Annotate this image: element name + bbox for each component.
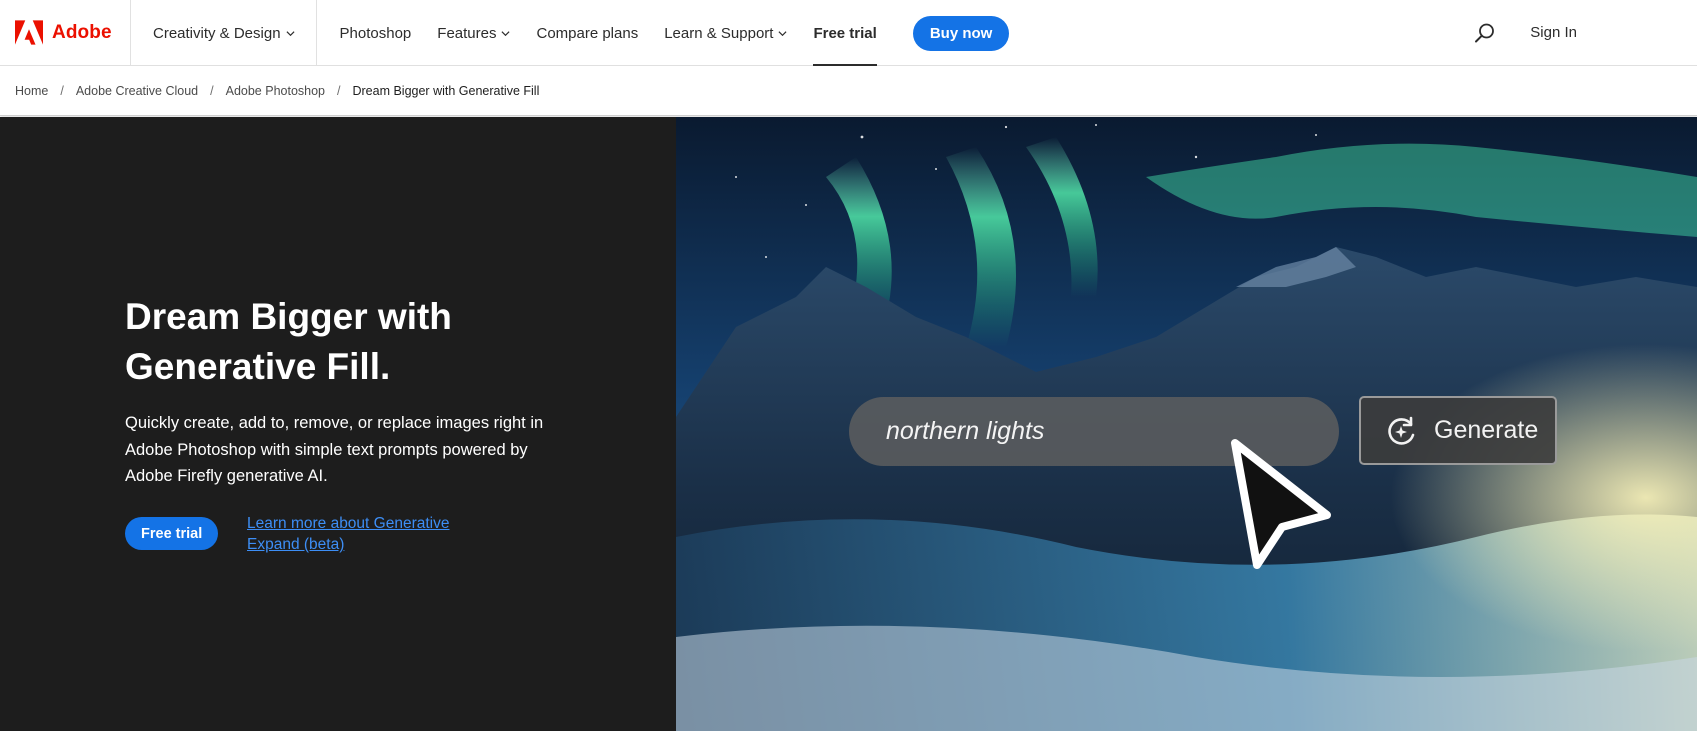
- nav-learn-support[interactable]: Learn & Support: [664, 0, 787, 66]
- hero-section: Dream Bigger with Generative Fill. Quick…: [0, 117, 1697, 731]
- learn-more-generative-expand-link[interactable]: Learn more about Generative Expand (beta…: [247, 513, 462, 555]
- breadcrumb-home[interactable]: Home: [15, 84, 48, 98]
- nav-compare-plans[interactable]: Compare plans: [536, 0, 638, 66]
- breadcrumb-separator: /: [210, 83, 214, 98]
- product-nav: Photoshop Features Compare plans Learn &…: [317, 0, 1010, 66]
- breadcrumb: Home / Adobe Creative Cloud / Adobe Phot…: [0, 66, 1697, 116]
- chevron-down-icon: [286, 31, 295, 37]
- nav-photoshop[interactable]: Photoshop: [340, 0, 412, 66]
- hero-free-trial-button[interactable]: Free trial: [125, 517, 219, 550]
- hero-text-panel: Dream Bigger with Generative Fill. Quick…: [0, 117, 676, 731]
- nav-photoshop-label: Photoshop: [339, 24, 412, 42]
- breadcrumb-separator: /: [60, 83, 64, 98]
- hero-description: Quickly create, add to, remove, or repla…: [125, 414, 544, 485]
- adobe-logo-icon: [15, 20, 43, 45]
- breadcrumb-creative-cloud[interactable]: Adobe Creative Cloud: [76, 84, 198, 98]
- buy-now-button[interactable]: Buy now: [912, 15, 1010, 51]
- generate-button[interactable]: Generate: [1359, 396, 1557, 465]
- breadcrumb-photoshop[interactable]: Adobe Photoshop: [226, 84, 325, 98]
- nav-features[interactable]: Features: [437, 0, 510, 66]
- nav-learn-support-label: Learn & Support: [664, 24, 774, 42]
- search-icon[interactable]: [1474, 22, 1496, 44]
- nav-utilities: Sign In: [1474, 0, 1697, 65]
- nav-compare-plans-label: Compare plans: [536, 24, 639, 42]
- generative-refresh-icon: [1388, 416, 1415, 445]
- adobe-logo-link[interactable]: Adobe: [0, 0, 131, 65]
- breadcrumb-separator: /: [337, 83, 341, 98]
- nav-features-label: Features: [437, 24, 497, 42]
- prompt-text: northern lights: [886, 417, 1045, 445]
- nav-free-trial[interactable]: Free trial: [813, 0, 878, 66]
- sign-in-link[interactable]: Sign In: [1530, 24, 1577, 41]
- nav-creativity-design[interactable]: Creativity & Design: [153, 0, 295, 66]
- hero-image: northern lights Generate: [676, 117, 1697, 731]
- creativity-design-menu[interactable]: Creativity & Design: [131, 0, 317, 66]
- global-nav: Adobe Creativity & Design Photoshop Feat…: [0, 0, 1697, 66]
- mouse-pointer-icon: [1231, 439, 1331, 569]
- breadcrumb-current-page: Dream Bigger with Generative Fill: [352, 83, 540, 98]
- nav-creativity-design-label: Creativity & Design: [153, 24, 281, 42]
- nav-free-trial-label: Free trial: [813, 24, 877, 42]
- chevron-down-icon: [778, 31, 787, 37]
- generate-label: Generate: [1434, 416, 1539, 444]
- hero-title: Dream Bigger with Generative Fill.: [125, 296, 452, 387]
- chevron-down-icon: [501, 31, 510, 37]
- brand-name: Adobe: [52, 21, 112, 43]
